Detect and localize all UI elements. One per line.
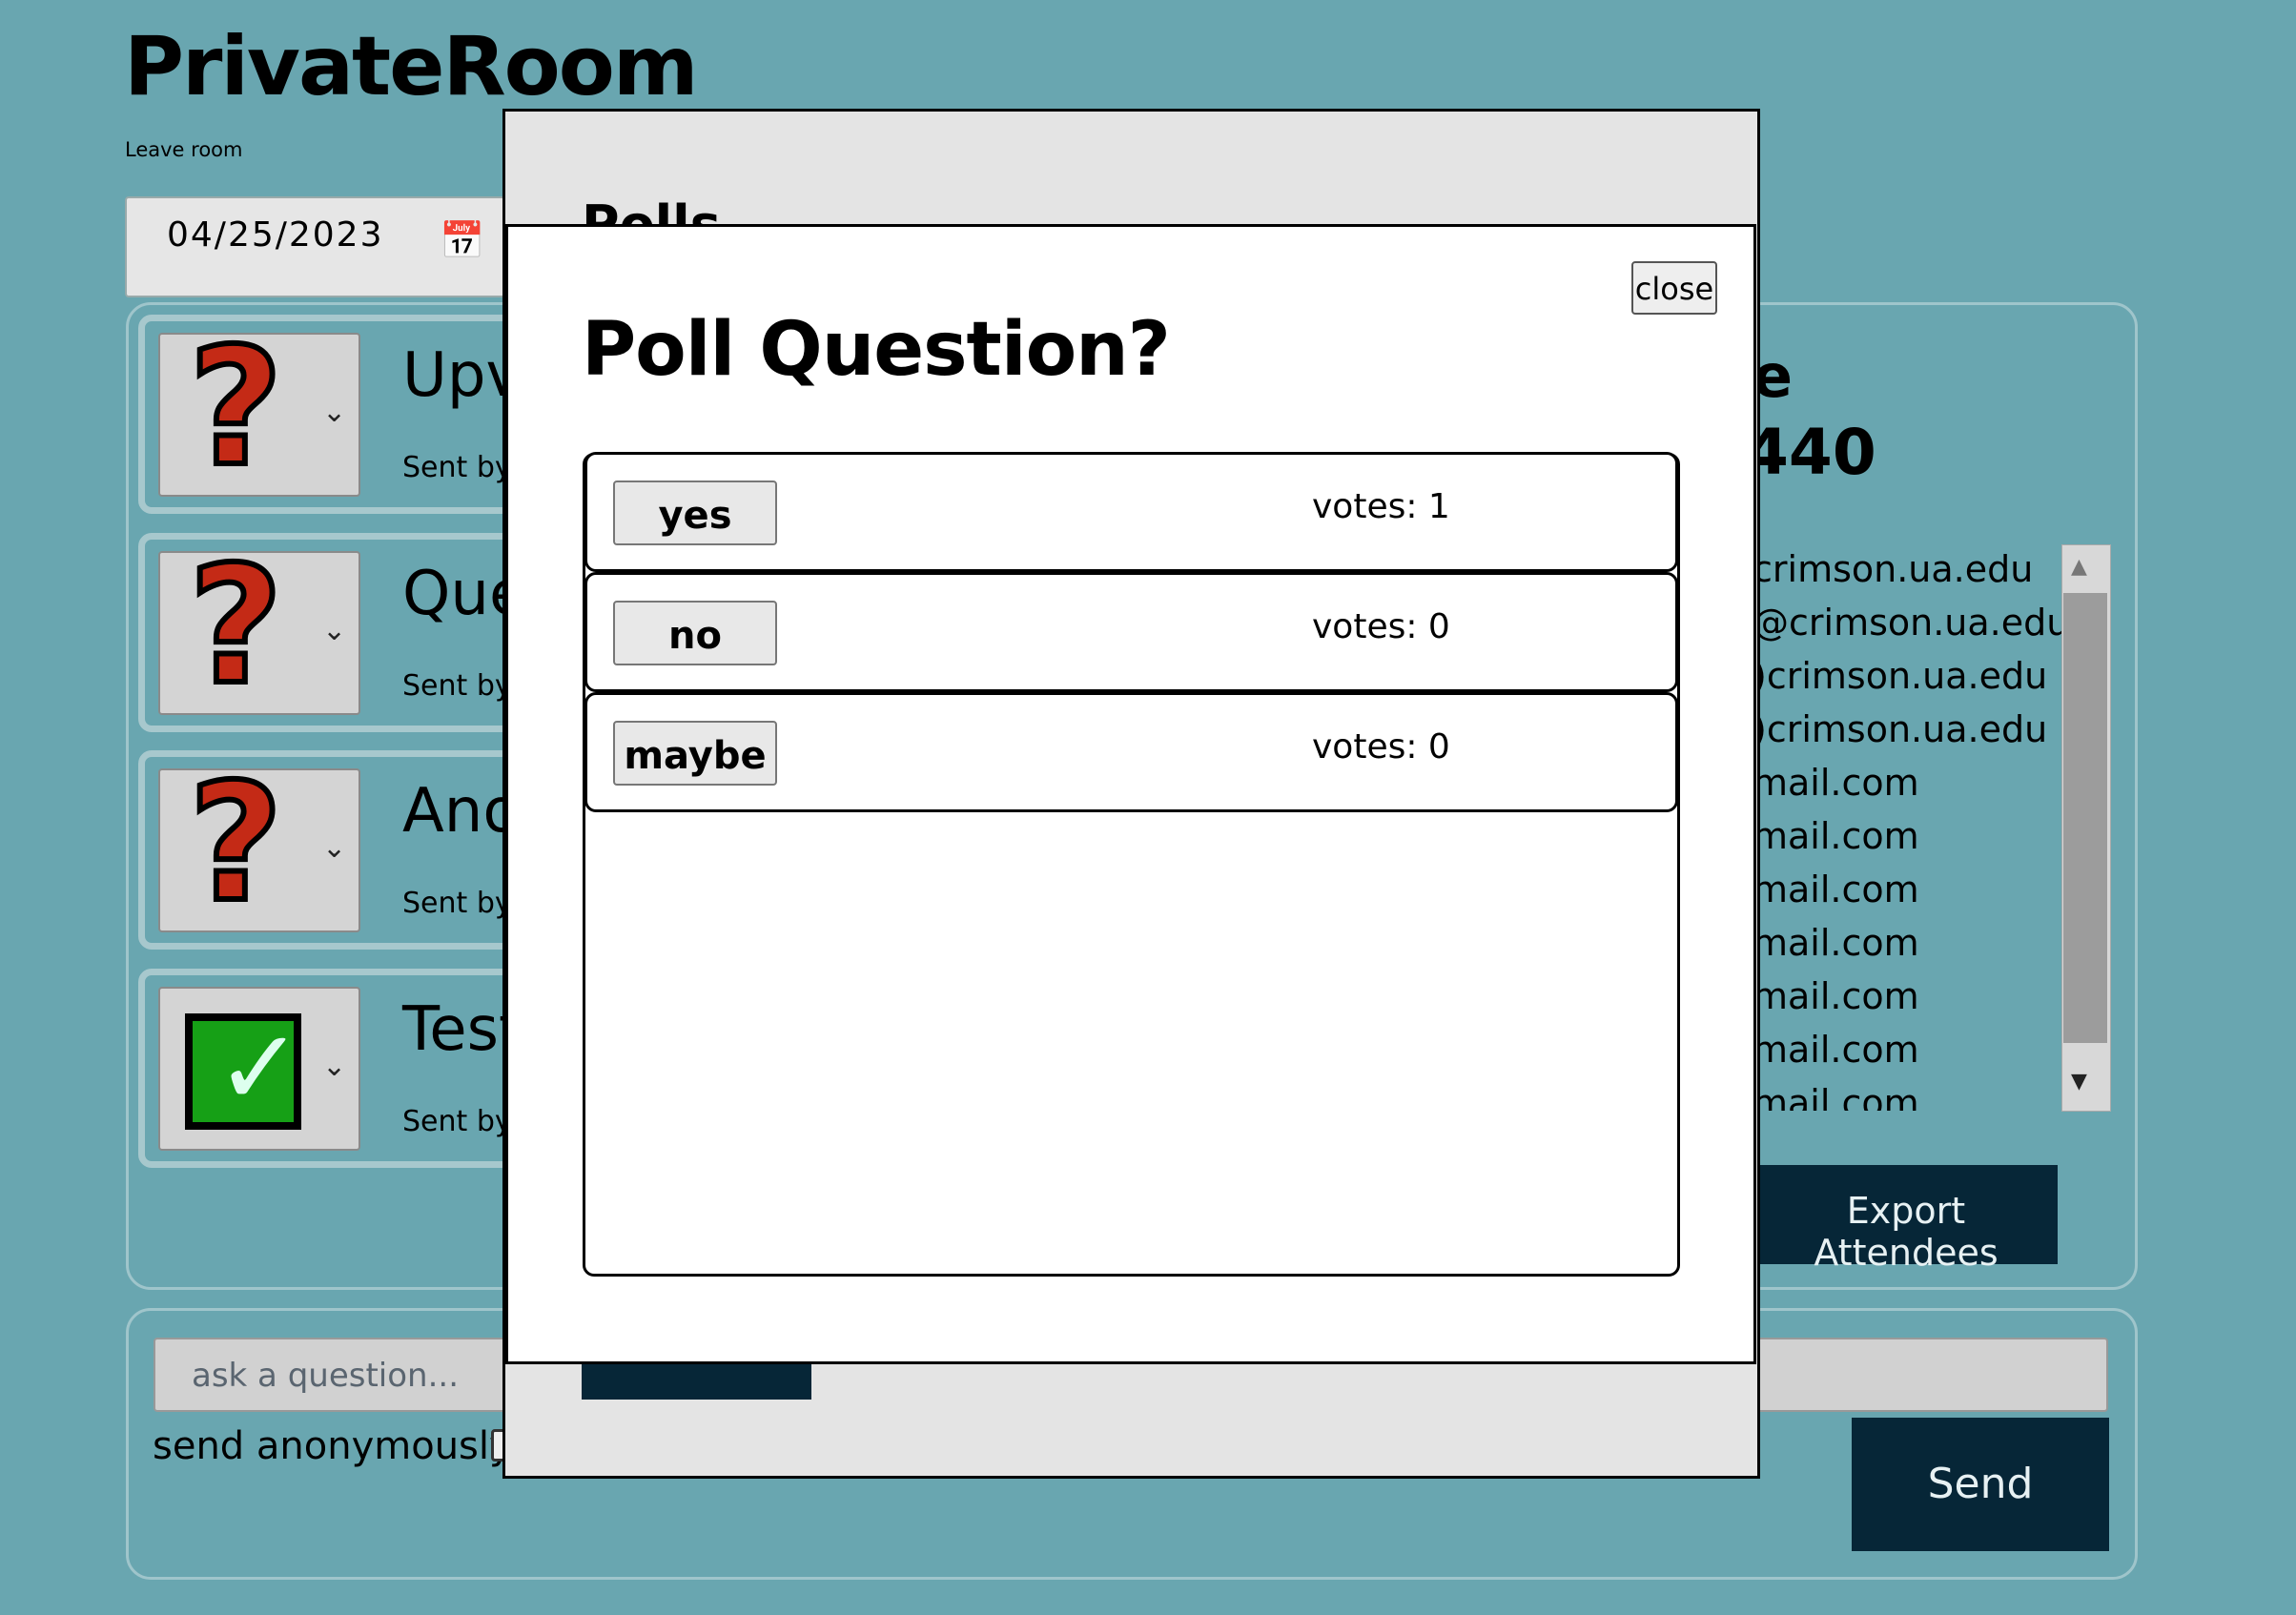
scroll-down-arrow-icon[interactable]: ▼ [2071,1070,2087,1094]
question-sender: Sent by [402,1105,512,1138]
send-button[interactable]: Send [1852,1418,2109,1551]
attendee-list: crimson.ua.edu @crimson.ua.edu )crimson.… [1753,548,2067,1111]
chevron-down-icon: ⌄ [322,1050,347,1083]
question-status-dropdown[interactable]: ? ⌄ [158,324,360,497]
poll-question-title: Poll Question? [582,307,1171,393]
question-mark-icon: ? [186,314,286,502]
vote-count: votes: 0 [1312,727,1450,767]
leave-room-link[interactable]: Leave room [125,138,242,161]
vote-no-button[interactable]: no [613,601,777,665]
list-item: )crimson.ua.edu [1753,655,2048,697]
poll-option-row: maybe votes: 0 [584,692,1678,812]
chevron-down-icon: ⌄ [322,831,347,865]
close-button[interactable]: close [1631,261,1717,315]
export-attendees-button[interactable]: Export Attendees [1754,1165,2058,1274]
scroll-thumb[interactable] [2063,593,2107,1043]
question-status-dropdown[interactable]: ? ⌄ [158,542,360,715]
vote-count: votes: 1 [1312,487,1450,526]
attendees-count: 440 [1745,416,1876,489]
list-item: mail.com [1753,869,1919,910]
list-item: )crimson.ua.edu [1753,708,2048,750]
list-item: mail.com [1753,762,1919,804]
question-status-dropdown[interactable]: ? ⌄ [158,760,360,932]
question-mark-icon: ? [186,532,286,721]
list-item: crimson.ua.edu [1753,548,2034,590]
poll-option-row: yes votes: 1 [584,452,1678,572]
calendar-icon[interactable]: 📅 [440,219,486,262]
list-item: mail.com [1753,815,1919,857]
question-sender: Sent by [402,887,512,920]
chevron-down-icon: ⌄ [322,396,347,429]
question-status-dropdown[interactable]: ✓ ⌄ [158,987,360,1151]
vote-yes-button[interactable]: yes [613,480,777,545]
send-anonymously-label: send anonymously [153,1424,512,1468]
question-mark-icon: ? [186,749,286,938]
list-item: mail.com [1753,1029,1919,1071]
page-title: PrivateRoom [124,19,698,114]
list-item: mail.com [1753,975,1919,1017]
list-item: mail.com [1753,922,1919,964]
scroll-up-arrow-icon[interactable]: ▲ [2071,555,2087,579]
vote-count: votes: 0 [1312,607,1450,646]
chevron-down-icon: ⌄ [322,614,347,647]
list-item: @crimson.ua.edu [1753,602,2067,644]
date-field[interactable]: 04/25/2023 📅 [125,196,506,297]
poll-option-row: no votes: 0 [584,572,1678,692]
list-item: mail.com [1753,1082,1919,1111]
date-value: 04/25/2023 [167,215,384,255]
question-sender: Sent by [402,451,512,484]
vote-maybe-button[interactable]: maybe [613,721,777,786]
question-sender: Sent by [402,669,512,703]
checkmark-icon: ✓ [185,1013,303,1130]
